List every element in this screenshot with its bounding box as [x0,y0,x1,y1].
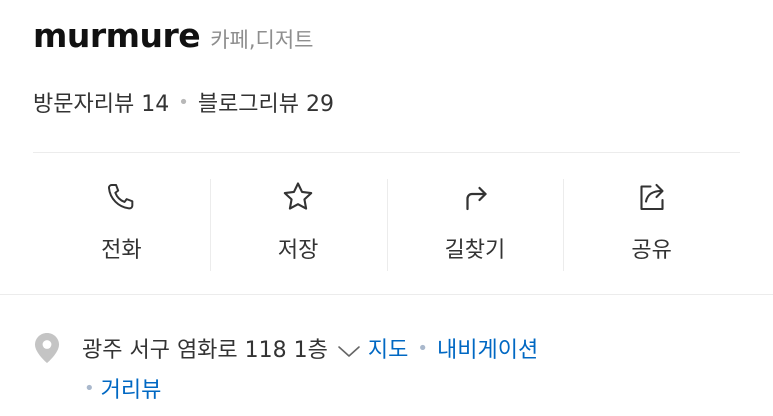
directions-label: 길찾기 [444,238,506,263]
map-link[interactable]: 지도 [368,332,408,364]
save-label: 저장 [277,238,319,263]
chevron-down-icon[interactable] [336,340,362,357]
divider [33,152,740,153]
navigation-link[interactable]: 내비게이션 [437,332,538,364]
share-icon [634,179,670,215]
share-label: 공유 [631,238,672,263]
call-button[interactable]: 전화 [33,165,210,285]
street-view-link[interactable]: 거리뷰 [101,372,162,404]
action-bar: 전화 저장 길찾기 공유 [33,165,740,285]
place-category: 카페,디저트 [210,28,314,52]
blog-reviews-link[interactable]: 블로그리뷰 29 [198,86,334,118]
call-label: 전화 [101,238,142,263]
link-separator: • [84,377,95,399]
address-links-row: • 거리뷰 [84,372,161,404]
share-button[interactable]: 공유 [563,165,740,285]
save-button[interactable]: 저장 [209,165,387,285]
review-summary: 방문자리뷰 14 • 블로그리뷰 29 [33,86,334,118]
phone-icon [103,179,139,215]
address-row: 광주 서구 염화로 118 1층 지도 • 내비게이션 [34,332,538,364]
visitor-reviews-link[interactable]: 방문자리뷰 14 [33,86,169,118]
link-separator: • [417,337,428,359]
star-icon [280,179,316,215]
directions-button[interactable]: 길찾기 [386,165,564,285]
section-divider [0,294,773,295]
review-separator: • [178,91,189,113]
location-pin-icon [34,332,60,364]
place-name: murmure [33,16,201,55]
address-text: 광주 서구 염화로 118 1층 [82,338,328,363]
directions-icon [457,179,493,215]
place-header: murmure 카페,디저트 [33,16,313,55]
